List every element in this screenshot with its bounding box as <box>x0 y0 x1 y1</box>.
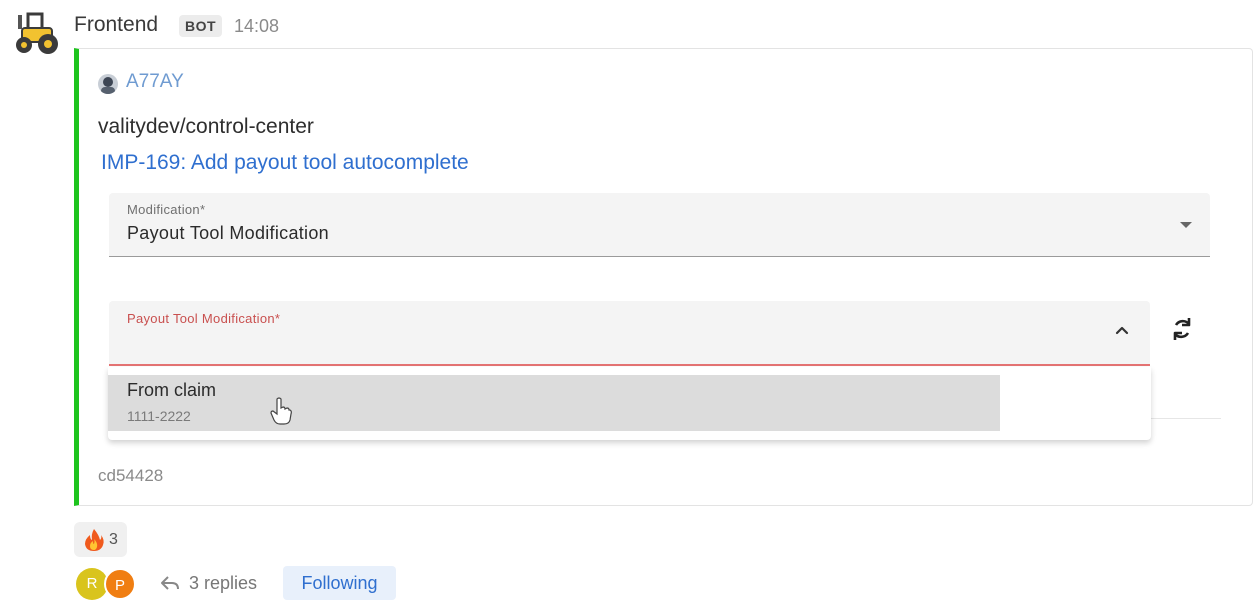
author-name[interactable]: A77AY <box>126 71 184 93</box>
modification-label: Modification* <box>127 202 206 217</box>
sender-name[interactable]: Frontend <box>74 13 158 37</box>
option-subtitle: 1111-2222 <box>127 408 191 424</box>
commit-hash[interactable]: cd54428 <box>98 466 163 486</box>
reply-icon <box>160 574 180 592</box>
message-timestamp[interactable]: 14:08 <box>234 16 279 37</box>
modification-value: Payout Tool Modification <box>127 223 329 243</box>
chevron-up-icon[interactable] <box>1113 322 1131 340</box>
option-title: From claim <box>127 380 216 400</box>
replies-link[interactable]: 3 replies <box>189 573 257 594</box>
tractor-icon <box>16 12 58 54</box>
following-button[interactable]: Following <box>283 566 396 600</box>
pr-title-link[interactable]: IMP-169: Add payout tool autocomplete <box>101 151 469 175</box>
bot-avatar[interactable] <box>12 12 58 56</box>
fire-icon <box>82 528 106 552</box>
autocomplete-option[interactable] <box>108 375 1000 431</box>
bot-badge: BOT <box>179 15 223 37</box>
author-avatar <box>98 74 118 94</box>
reaction-count: 3 <box>109 531 118 548</box>
participant-avatar[interactable]: P <box>104 568 136 600</box>
repo-name: valitydev/control-center <box>98 115 314 138</box>
divider <box>1151 418 1221 419</box>
hand-cursor-icon <box>270 397 292 425</box>
refresh-icon[interactable] <box>1168 315 1196 343</box>
dropdown-arrow-icon[interactable] <box>1180 222 1192 228</box>
payout-tool-label: Payout Tool Modification* <box>127 311 281 326</box>
